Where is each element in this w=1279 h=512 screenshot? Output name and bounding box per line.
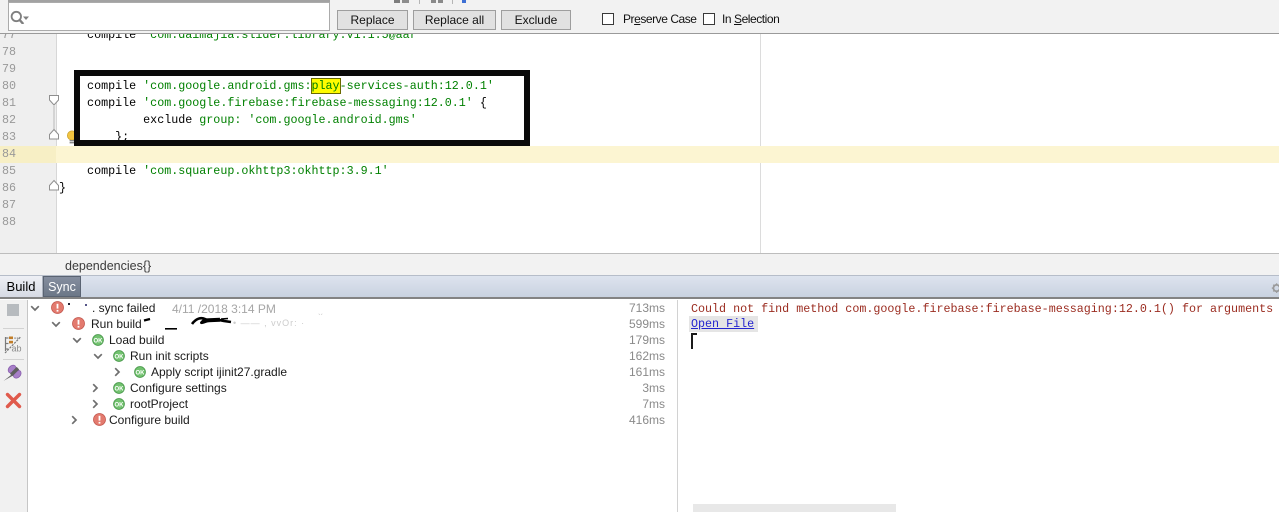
svg-text:OK: OK <box>94 338 104 344</box>
svg-text:• —— , vvOr: ·: • —— , vvOr: · <box>233 318 305 328</box>
svg-text:OK: OK <box>115 402 125 408</box>
svg-text:OK: OK <box>115 386 125 392</box>
svg-text:OK: OK <box>136 370 146 376</box>
svg-text:`´: `´ <box>318 313 323 322</box>
svg-text:OK: OK <box>115 354 125 360</box>
